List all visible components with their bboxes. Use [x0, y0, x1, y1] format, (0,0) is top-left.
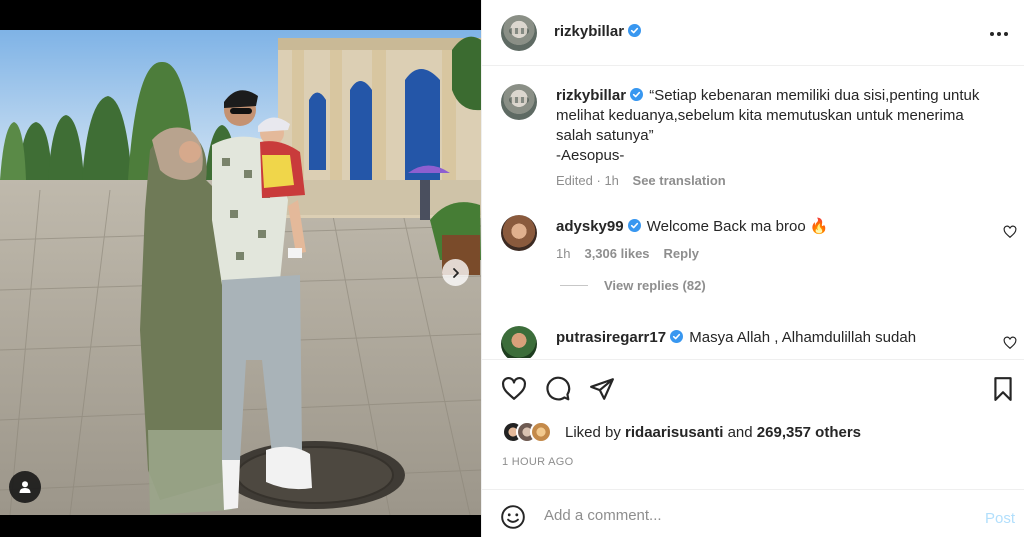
verified-badge-icon — [630, 88, 644, 101]
add-comment-bar: Post — [482, 489, 1024, 537]
comment-heart-icon[interactable] — [1003, 336, 1017, 350]
fire-emoji: 🔥 — [809, 218, 829, 235]
post-panel: rizkybillar rizkybillar “Setiap kebenara… — [481, 0, 1024, 537]
edited-label: Edited — [556, 173, 593, 188]
liked-by-prefix: Liked by — [565, 424, 621, 441]
verified-badge-icon — [628, 24, 642, 37]
comments-list[interactable]: rizkybillar “Setiap kebenaran memiliki d… — [482, 67, 1024, 358]
comment-text: adysky99 Welcome Back ma broo 🔥 — [556, 217, 829, 237]
replies-divider — [560, 285, 588, 286]
share-icon[interactable] — [589, 376, 615, 402]
owner-avatar[interactable] — [501, 15, 537, 51]
comment-icon[interactable] — [545, 376, 571, 402]
commenter-username[interactable]: adysky99 — [556, 218, 624, 235]
comment-body: Masya Allah , Alhamdulillah sudah — [689, 329, 917, 346]
liked-by-text: Liked by ridaarisusanti and 269,357 othe… — [565, 424, 861, 441]
commenter-avatar[interactable] — [501, 326, 537, 358]
comment-body: Welcome Back ma broo — [646, 218, 806, 235]
caption-line: salah satunya” — [556, 127, 654, 144]
commenter-avatar[interactable] — [501, 215, 537, 251]
caption-meta: Edited · 1h See translation — [556, 173, 726, 188]
reply-button[interactable]: Reply — [664, 246, 699, 261]
verified-badge-icon — [670, 330, 684, 343]
heart-icon[interactable] — [501, 376, 527, 402]
commenter-username[interactable]: putrasiregarr17 — [556, 329, 666, 346]
post-media — [0, 0, 481, 537]
user-tags-button[interactable] — [9, 471, 41, 503]
liked-by-user[interactable]: ridaarisusanti — [625, 424, 723, 441]
comment-text: putrasiregarr17 Masya Allah , Alhamdulil… — [556, 328, 916, 348]
post-photo[interactable] — [0, 30, 481, 515]
comment-heart-icon[interactable] — [1003, 225, 1017, 239]
caption-line: melihat keduanya,sebelum kita memutuskan… — [556, 107, 964, 124]
caption-text: rizkybillar “Setiap kebenaran memiliki d… — [556, 86, 979, 166]
chevron-right-icon — [452, 267, 459, 278]
next-image-button[interactable] — [442, 259, 469, 286]
emoji-icon[interactable] — [500, 504, 526, 530]
view-replies-link[interactable]: View replies (82) — [604, 278, 706, 293]
post-time[interactable]: 1 HOUR AGO — [502, 456, 573, 468]
post-header: rizkybillar — [482, 0, 1024, 66]
owner-name-row: rizkybillar — [554, 23, 642, 41]
comment-meta: 1h 3,306 likes Reply — [556, 246, 699, 261]
caption-time: 1h — [604, 173, 619, 188]
more-options-icon — [990, 32, 1008, 36]
verified-badge-icon — [627, 219, 641, 232]
post-comment-button[interactable]: Post — [985, 510, 1015, 527]
comment-input[interactable] — [544, 502, 964, 528]
liked-by-avatars[interactable] — [502, 421, 562, 445]
liked-by-others[interactable]: 269,357 others — [757, 424, 861, 441]
caption-line: -Aesopus- — [556, 147, 625, 164]
bookmark-icon[interactable] — [990, 376, 1016, 402]
comment-likes[interactable]: 3,306 likes — [584, 246, 649, 261]
caption-username[interactable]: rizkybillar — [556, 87, 626, 104]
liked-by-connector: and — [727, 424, 753, 441]
caption-line: “Setiap kebenaran memiliki dua sisi,pent… — [649, 87, 980, 104]
user-tag-icon — [19, 481, 31, 493]
owner-username[interactable]: rizkybillar — [554, 23, 624, 40]
more-options-button[interactable] — [987, 22, 1011, 46]
caption-avatar[interactable] — [501, 84, 537, 120]
comment-time: 1h — [556, 246, 571, 261]
see-translation-link[interactable]: See translation — [633, 173, 726, 188]
